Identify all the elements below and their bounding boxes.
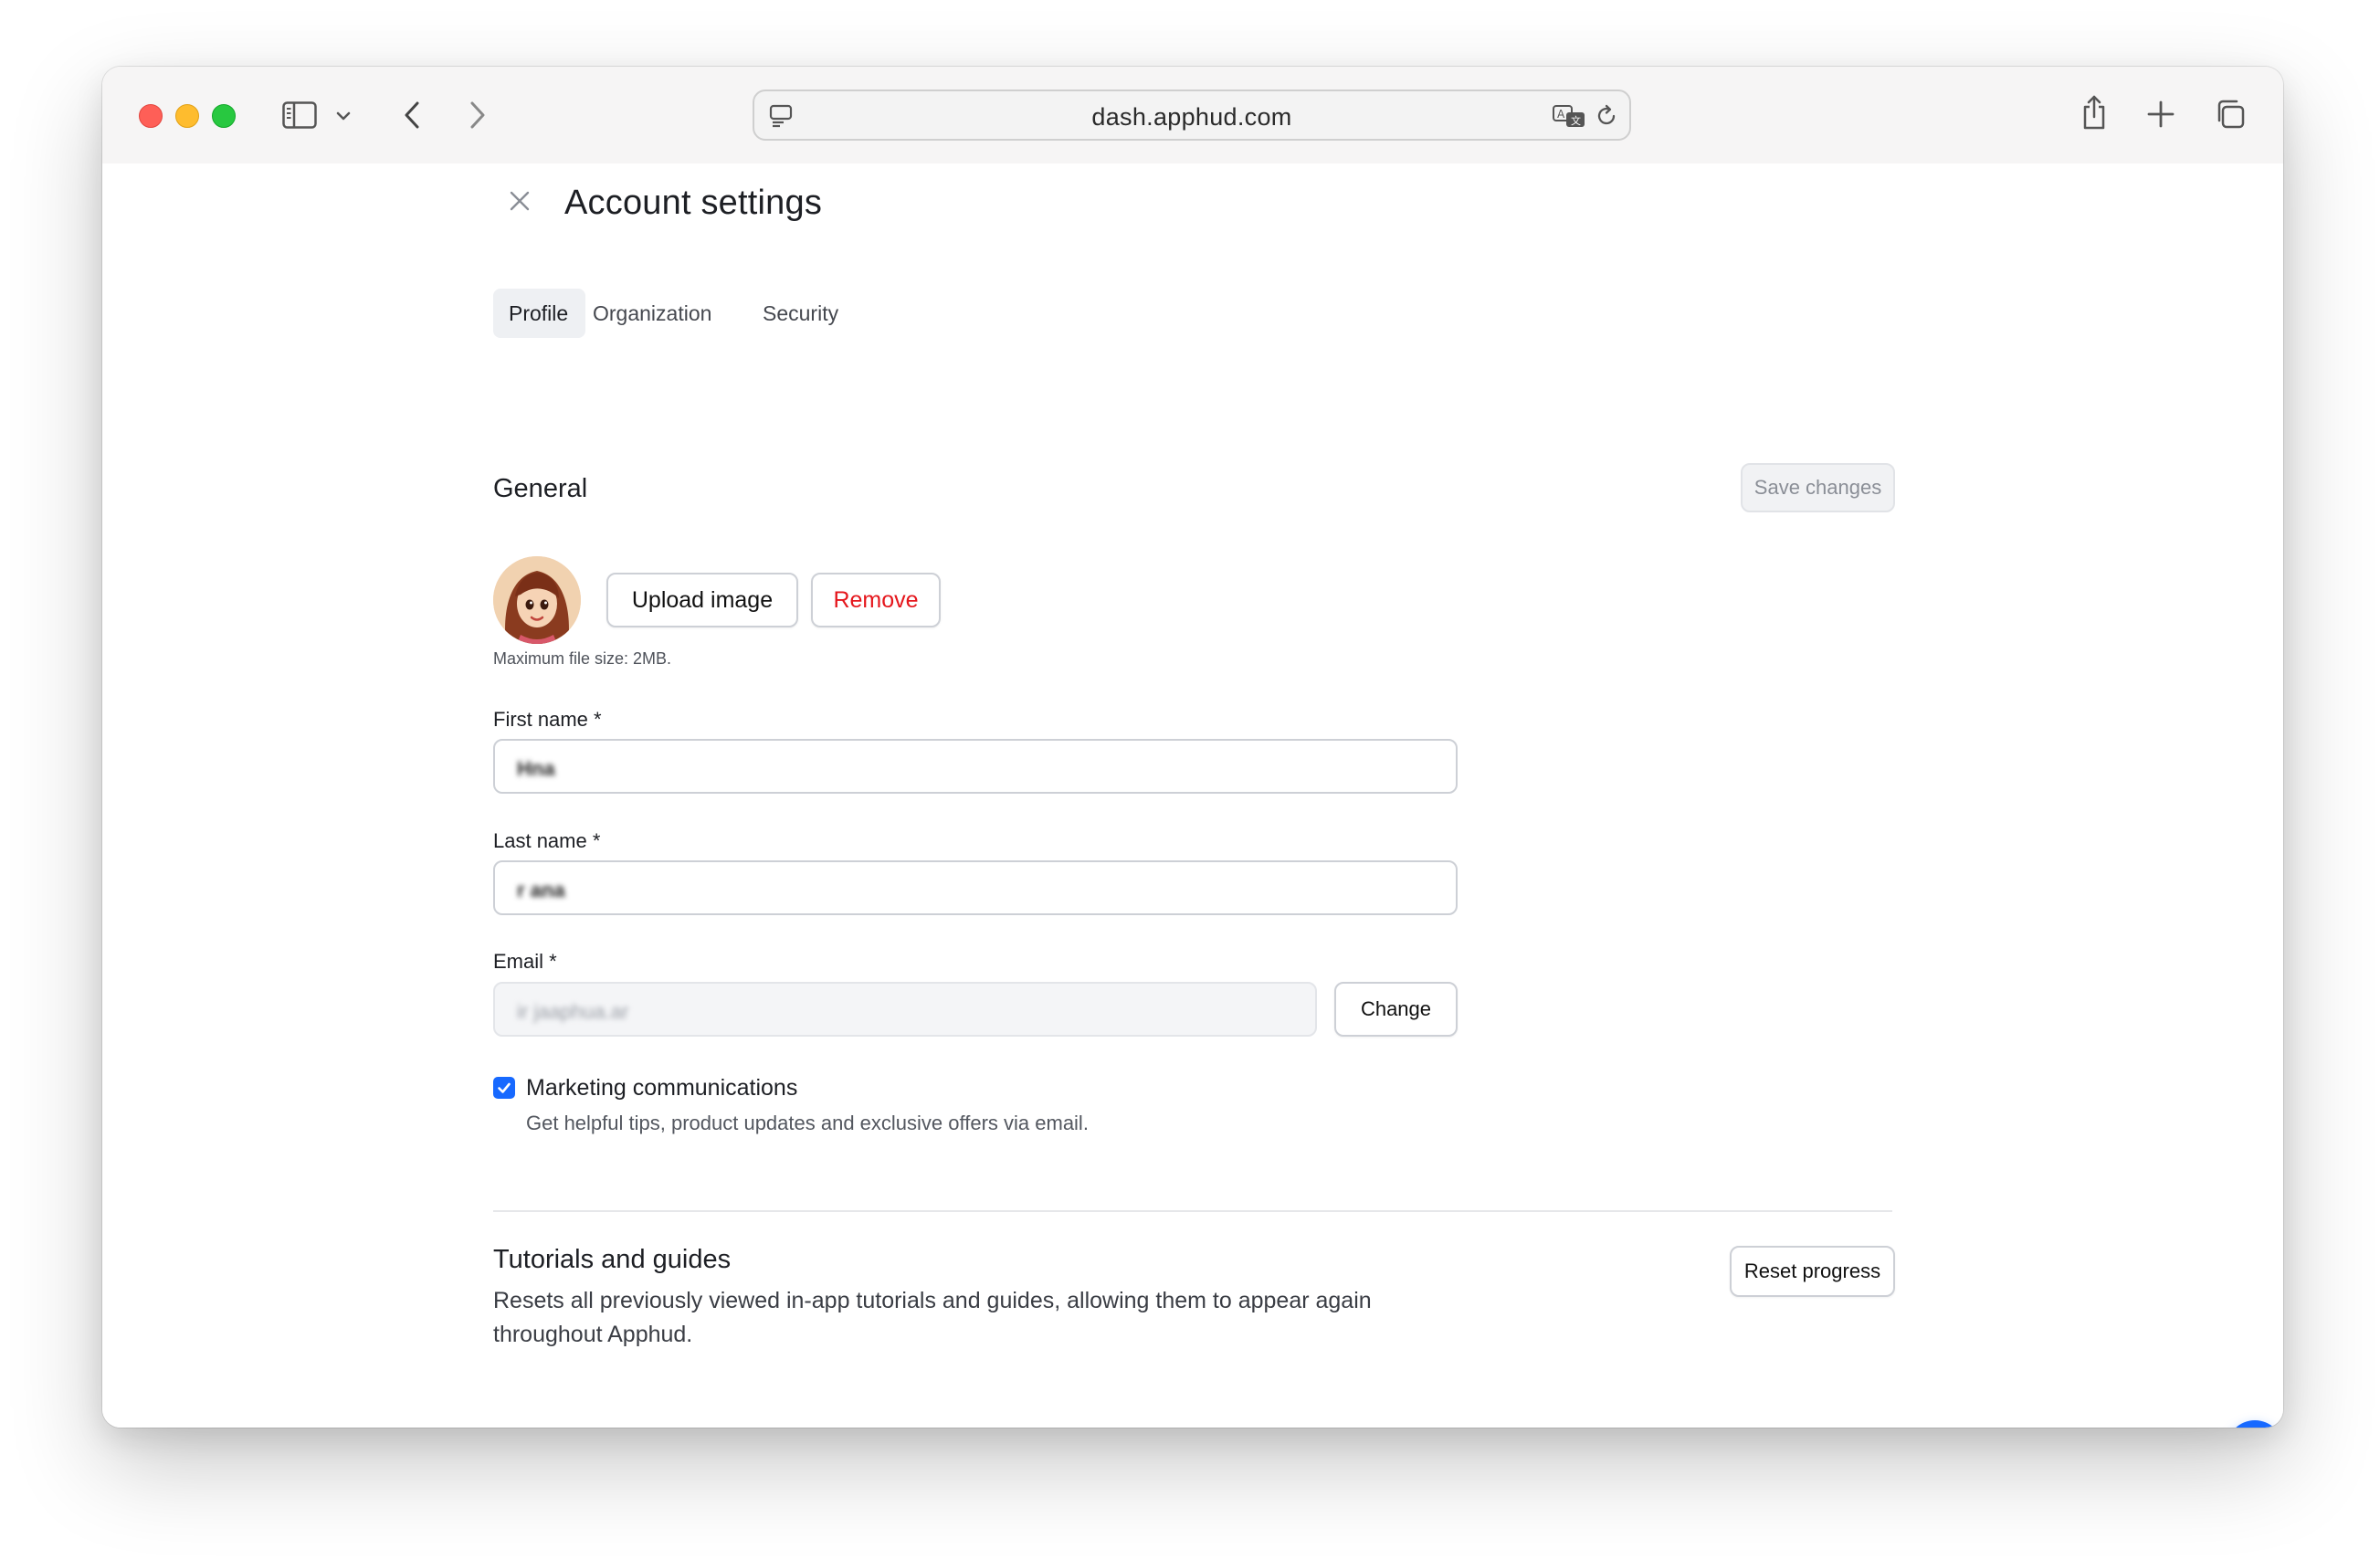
- reset-progress-button[interactable]: Reset progress: [1730, 1246, 1895, 1297]
- last-name-label: Last name *: [493, 829, 601, 852]
- tutorials-section-title: Tutorials and guides: [493, 1245, 732, 1274]
- tab-security[interactable]: Security: [747, 289, 854, 338]
- tutorials-description-line-1: Resets all previously viewed in-app tuto…: [493, 1288, 1372, 1313]
- url-text: dash.apphud.com: [1091, 103, 1292, 131]
- new-tab-icon[interactable]: [2146, 100, 2175, 129]
- share-icon[interactable]: [2079, 92, 2110, 132]
- marketing-description: Get helpful tips, product updates and ex…: [526, 1112, 1089, 1134]
- avatar[interactable]: [493, 556, 581, 644]
- tutorials-description-line-2: throughout Apphud.: [493, 1322, 693, 1347]
- change-email-button[interactable]: Change: [1334, 982, 1458, 1037]
- close-window-button[interactable]: [139, 104, 163, 128]
- page-title: Account settings: [564, 184, 823, 222]
- first-name-value: Hna: [517, 757, 555, 780]
- screen: dash.apphud.com A文 Account settings Prof…: [0, 0, 2380, 1560]
- browser-window: dash.apphud.com A文 Account settings Prof…: [102, 67, 2283, 1428]
- tutorials-description: Resets all previously viewed in-app tuto…: [493, 1284, 1372, 1352]
- tab-profile[interactable]: Profile: [493, 289, 585, 338]
- translate-icon[interactable]: A文: [1551, 102, 1587, 130]
- chevron-down-icon[interactable]: [334, 107, 353, 125]
- first-name-label: First name *: [493, 708, 602, 731]
- checkmark-icon: [498, 1082, 511, 1093]
- upload-image-button[interactable]: Upload image: [606, 573, 798, 627]
- minimize-window-button[interactable]: [175, 104, 199, 128]
- reload-icon[interactable]: [1593, 102, 1620, 130]
- file-size-hint: Maximum file size: 2MB.: [493, 649, 672, 668]
- address-bar[interactable]: dash.apphud.com A文: [753, 90, 1631, 141]
- tab-overview-icon[interactable]: [2214, 98, 2247, 131]
- email-value: ir jaaphua.ar: [517, 1000, 629, 1023]
- section-divider: [493, 1210, 1892, 1212]
- back-icon[interactable]: [400, 100, 424, 131]
- tab-organization[interactable]: Organization: [577, 289, 727, 338]
- page-content: Account settings Profile Organization Se…: [102, 163, 2283, 1428]
- chat-support-button[interactable]: [2227, 1420, 2283, 1428]
- avatar-illustration: [493, 556, 581, 644]
- marketing-label[interactable]: Marketing communications: [526, 1075, 797, 1101]
- svg-text:A: A: [1557, 108, 1565, 121]
- forward-icon[interactable]: [466, 100, 490, 131]
- sidebar-toggle-icon[interactable]: [281, 100, 318, 130]
- close-icon[interactable]: [506, 187, 533, 215]
- general-section-title: General: [493, 474, 588, 503]
- remove-image-button[interactable]: Remove: [811, 573, 941, 627]
- save-changes-button[interactable]: Save changes: [1741, 463, 1895, 512]
- svg-text:文: 文: [1571, 114, 1581, 127]
- browser-toolbar: dash.apphud.com A文: [102, 67, 2283, 164]
- zoom-window-button[interactable]: [212, 104, 236, 128]
- last-name-value: r ana: [517, 879, 565, 901]
- email-label: Email *: [493, 950, 557, 973]
- email-field: ir jaaphua.ar: [493, 982, 1317, 1037]
- last-name-field[interactable]: r ana: [493, 860, 1458, 915]
- marketing-checkbox[interactable]: [493, 1077, 515, 1099]
- first-name-field[interactable]: Hna: [493, 739, 1458, 794]
